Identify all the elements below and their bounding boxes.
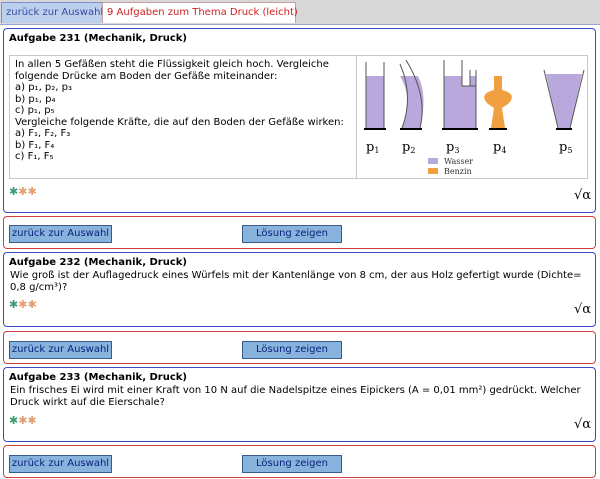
vessel-label-2: p2 (402, 140, 415, 155)
show-solution-button[interactable]: Lösung zeigen (242, 341, 342, 359)
vessels-figure: p1 p2 p3 p4 p5 Wasser Benzin (358, 56, 587, 178)
tab-back-to-selection[interactable]: zurück zur Auswahl (1, 2, 106, 23)
question-line: c) F₁, F₅ (15, 151, 54, 162)
question-line: In allen 5 Gefäßen steht die Flüssigkeit… (15, 59, 329, 70)
difficulty-stars: ✱✱✱ (9, 186, 37, 197)
task-nav-bar: zurück zur Auswahl Lösung zeigen (3, 216, 596, 249)
vessel-label-5: p5 (559, 140, 572, 155)
vessel-label-3: p3 (446, 140, 459, 155)
question-line: c) p₁, p₅ (15, 105, 55, 116)
show-solution-button[interactable]: Lösung zeigen (242, 455, 342, 473)
difficulty-star-icon: ✱ (9, 185, 19, 198)
difficulty-stars: ✱✱✱ (9, 299, 37, 310)
question-line: b) p₁, p₄ (15, 93, 56, 105)
difficulty-star-icon: ✱ (27, 298, 37, 311)
tab-bar: zurück zur Auswahl 9 Aufgaben zum Thema … (0, 0, 600, 25)
legend-petrol-swatch (428, 168, 438, 174)
back-to-selection-button[interactable]: zurück zur Auswahl (9, 341, 112, 359)
back-to-selection-button[interactable]: zurück zur Auswahl (9, 455, 112, 473)
difficulty-stars: ✱✱✱ (9, 415, 37, 426)
difficulty-star-icon: ✱ (9, 298, 19, 311)
task-question-text: Ein frisches Ei wird mit einer Kraft von… (10, 385, 581, 408)
show-solution-button[interactable]: Lösung zeigen (242, 225, 342, 243)
difficulty-star-icon: ✱ (27, 414, 37, 427)
tab-current-topic[interactable]: 9 Aufgaben zum Thema Druck (leicht) (102, 2, 298, 23)
difficulty-star-icon: ✱ (27, 185, 37, 198)
question-line: a) F₁, F₂, F₃ (15, 128, 71, 139)
task-title: Aufgabe 231 (Mechanik, Druck) (9, 33, 187, 44)
formula-icon[interactable]: √α (574, 418, 591, 431)
task-question-text: In allen 5 Gefäßen steht die Flüssigkeit… (15, 59, 350, 163)
task-nav-bar: zurück zur Auswahl Lösung zeigen (3, 331, 596, 364)
difficulty-star-icon: ✱ (9, 414, 19, 427)
task-card-232: Aufgabe 232 (Mechanik, Druck) Wie groß i… (3, 252, 596, 327)
legend-water-label: Wasser (444, 157, 473, 166)
legend-water-swatch (428, 158, 438, 164)
task-question-text: Wie groß ist der Auflagedruck eines Würf… (10, 270, 582, 293)
vessels-diagram: p1 p2 p3 p4 p5 Wasser Benzin (364, 59, 585, 176)
question-line: b) F₁, F₄ (15, 139, 55, 151)
task-content-panel: In allen 5 Gefäßen steht die Flüssigkeit… (9, 55, 588, 179)
task-card-233: Aufgabe 233 (Mechanik, Druck) Ein frisch… (3, 367, 596, 442)
task-card-231: Aufgabe 231 (Mechanik, Druck) In allen 5… (3, 28, 596, 213)
vessel-label-4: p4 (493, 140, 506, 155)
task-title: Aufgabe 232 (Mechanik, Druck) (9, 257, 187, 268)
task-title: Aufgabe 233 (Mechanik, Druck) (9, 372, 187, 383)
question-line: Vergleiche folgende Kräfte, die auf den … (15, 116, 344, 128)
formula-icon[interactable]: √α (574, 189, 591, 202)
panel-divider (356, 56, 357, 178)
question-line: a) p₁, p₂, p₃ (15, 82, 72, 93)
back-to-selection-button[interactable]: zurück zur Auswahl (9, 225, 112, 243)
task-nav-bar: zurück zur Auswahl Lösung zeigen (3, 445, 596, 478)
question-line: folgende Drücke am Boden der Gefäße mite… (15, 70, 278, 82)
formula-icon[interactable]: √α (574, 303, 591, 316)
vessel-label-1: p1 (366, 140, 379, 155)
legend-petrol-label: Benzin (444, 167, 472, 176)
